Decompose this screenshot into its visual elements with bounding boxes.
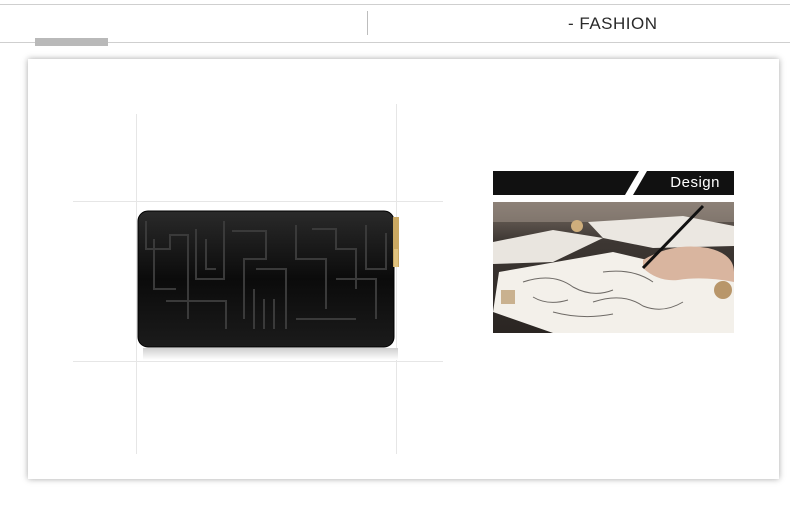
header-accent-bar [35,38,108,46]
header-divider [367,11,368,35]
wallet-reflection [143,348,398,360]
header-bottom-rule [0,42,790,43]
wallet-product-image [136,209,402,349]
section-title: - FASHION [568,14,658,33]
design-banner-label: Design [670,174,720,191]
content-card: Design [28,59,779,479]
header-top-rule [0,4,790,5]
guide-line-bottom [73,361,443,362]
design-banner: Design [493,171,734,195]
guide-line-top [73,201,443,202]
design-sketch-photo [493,202,734,333]
